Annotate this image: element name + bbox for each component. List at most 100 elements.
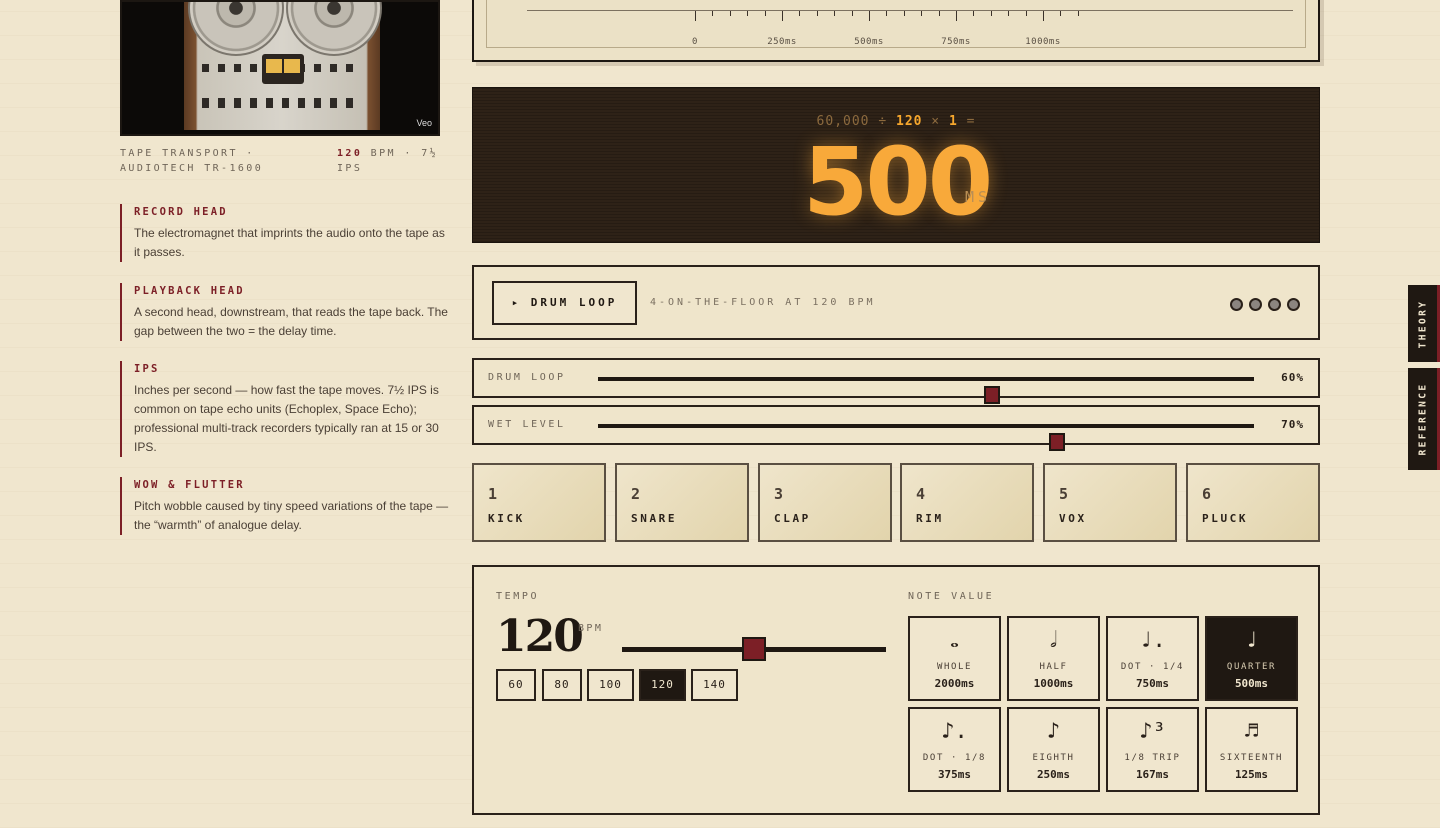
scale-tick [1008,11,1010,16]
tempo-slider-thumb[interactable] [742,637,766,661]
scale-tick [799,11,801,16]
tempo-preset-120[interactable]: 120 [639,669,686,701]
delay-unit: MS [965,188,992,206]
pad-number: 2 [631,485,641,503]
tab-theory[interactable]: THEORY [1408,285,1440,362]
note-name: 1/8 TRIP [1124,753,1181,763]
drum-loop-volume-slider[interactable] [598,377,1254,404]
scale-tick [886,11,888,16]
slider-thumb[interactable] [1049,433,1066,451]
note-eighth-button[interactable]: ♪ EIGHTH 250ms [1007,707,1100,792]
scale-tick [903,11,905,16]
tab-reference[interactable]: REFERENCE [1408,368,1440,470]
tempo-note-panel: TEMPO 120 BPM 60 80 100 120 140 NOTE VAL… [472,565,1320,815]
tab-label: REFERENCE [1417,382,1428,456]
note-sixteenth-button[interactable]: ♬ SIXTEENTH 125ms [1205,707,1298,792]
note-half-button[interactable]: 𝅗𝅥 HALF 1000ms [1007,616,1100,701]
tempo-preset-140[interactable]: 140 [691,669,738,701]
pad-number: 5 [1059,485,1069,503]
drum-loop-play-button[interactable]: ▸ DRUM LOOP [492,281,637,325]
sample-pad-clap[interactable]: 3 CLAP [758,463,892,542]
eighth-triplet-note-icon: ♪³ [1139,719,1166,744]
sample-pad-kick[interactable]: 1 KICK [472,463,606,542]
left-reel-icon [188,2,284,56]
eighth-note-icon: ♪ [1046,719,1061,744]
glossary-definition: The electromagnet that imprints the audi… [134,226,445,259]
scale-label: 1000ms [1025,37,1061,47]
scale-tick [973,11,975,16]
delay-scale-panel: 0 250ms 500ms 750ms 1000ms [472,0,1320,62]
beat-dot [1268,298,1281,311]
scale-tick [782,11,783,21]
scale-tick [747,11,749,16]
pad-name: PLUCK [1202,512,1249,525]
drum-loop-description: 4-ON-THE-FLOOR AT 120 BPM [650,297,876,308]
glossary-wow-flutter: WOW & FLUTTER Pitch wobble caused by tin… [120,477,450,535]
delay-readout: 60,000 ÷ 120 × 1 = 500 MS [472,87,1320,243]
glossary-record-head: RECORD HEAD The electromagnet that impri… [120,204,450,262]
scale-label: 750ms [941,37,971,47]
scale-tick [921,11,923,16]
beat-dot [1287,298,1300,311]
drum-loop-volume-row: DRUM LOOP 60% [472,358,1320,404]
sample-pad-snare[interactable]: 2 SNARE [615,463,749,542]
tempo-label: TEMPO [496,591,540,602]
delay-value: 500 [803,128,993,237]
delay-formula: 60,000 ÷ 120 × 1 = [816,114,976,129]
note-eighth-triplet-button[interactable]: ♪³ 1/8 TRIP 167ms [1106,707,1199,792]
pad-name: VOX [1059,512,1087,525]
glossary-term: IPS [134,363,160,375]
glossary-definition: A second head, downstream, that reads th… [134,305,448,338]
tempo-bpm-value: 120 [496,611,584,662]
beat-indicators [1224,296,1300,315]
dotted-eighth-note-icon: ♪. [941,719,968,744]
wet-level-row: WET LEVEL 70% [472,405,1320,451]
note-ms: 500ms [1234,677,1269,690]
tape-machine-photo: Veo [120,0,440,136]
pad-number: 1 [488,485,498,503]
tab-label: THEORY [1417,299,1428,348]
sample-pad-pluck[interactable]: 6 PLUCK [1186,463,1320,542]
scale-tick [1077,11,1079,16]
drum-loop-bar: ▸ DRUM LOOP 4-ON-THE-FLOOR AT 120 BPM [472,265,1320,340]
note-ms: 375ms [937,768,972,781]
slider-label: WET LEVEL [488,419,566,430]
caption-speed: 120 BPM · 7½ IPS [337,148,439,174]
scale-tick [869,11,870,21]
formula-multiplier: 1 [948,114,958,129]
scale-tick [990,11,992,16]
note-name: EIGHTH [1032,753,1075,763]
caption-bpm: 120 [337,148,363,159]
right-reel-icon [286,2,382,56]
scale-tick [851,11,853,16]
note-dotted-eighth-button[interactable]: ♪. DOT · 1/8 375ms [908,707,1001,792]
half-note-icon: 𝅗𝅥 [1050,628,1057,653]
tempo-preset-60[interactable]: 60 [496,669,536,701]
tempo-bpm-unit: BPM [578,623,604,634]
tempo-preset-80[interactable]: 80 [542,669,582,701]
note-name: QUARTER [1226,662,1277,672]
note-value-label: NOTE VALUE [908,591,995,602]
delay-scale: 0 250ms 500ms 750ms 1000ms [527,10,1293,47]
knob-row [202,98,362,108]
scale-label: 0 [692,37,698,47]
note-ms: 250ms [1036,768,1071,781]
note-ms: 750ms [1135,677,1170,690]
note-whole-button[interactable]: 𝅝 WHOLE 2000ms [908,616,1001,701]
slider-thumb[interactable] [983,386,1000,404]
sample-pad-vox[interactable]: 5 VOX [1043,463,1177,542]
scale-tick [938,11,940,16]
note-dotted-quarter-button[interactable]: ♩. DOT · 1/4 750ms [1106,616,1199,701]
wet-level-slider[interactable] [598,424,1254,451]
beat-dot [1230,298,1243,311]
scale-tick [729,11,731,16]
sixteenth-note-icon: ♬ [1244,719,1259,744]
pad-number: 3 [774,485,784,503]
sample-pad-rim[interactable]: 4 RIM [900,463,1034,542]
photo-watermark: Veo [416,118,432,128]
glossary-term: PLAYBACK HEAD [134,285,245,297]
note-quarter-button[interactable]: ♩ QUARTER 500ms [1205,616,1298,701]
pad-number: 6 [1202,485,1212,503]
dotted-quarter-note-icon: ♩. [1139,628,1166,653]
tempo-preset-100[interactable]: 100 [587,669,634,701]
